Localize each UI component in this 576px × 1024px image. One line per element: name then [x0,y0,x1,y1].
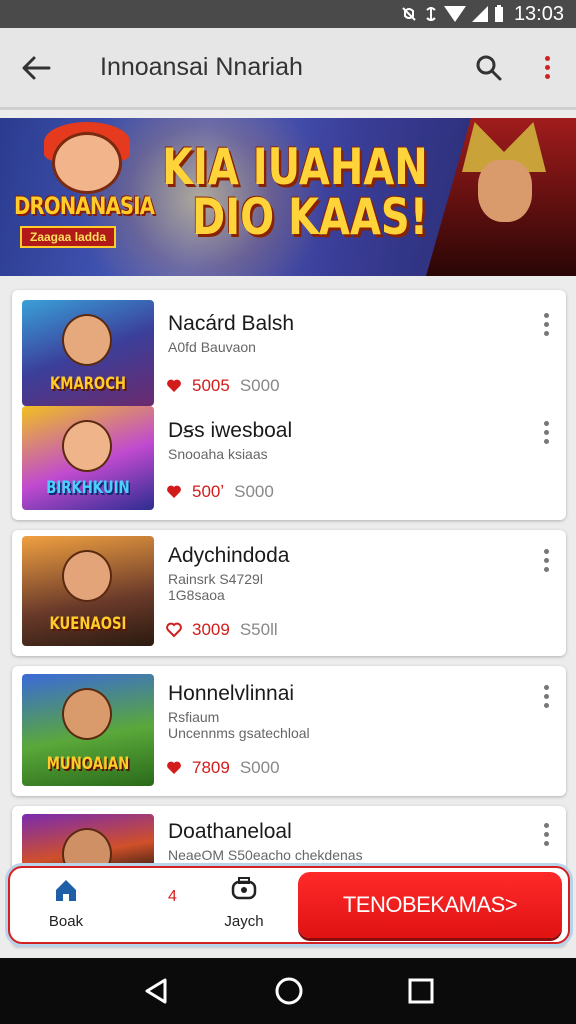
game-card: KMAROCH Nacárd Balsh A0fd Bauvaon 5005 S… [12,290,566,520]
game-thumbnail[interactable]: BIRKHKUIN [22,406,154,510]
warrior-face-art [478,160,532,222]
like-count: 7809 [192,758,230,777]
view-count: S000 [239,376,280,395]
more-vert-icon [544,56,550,79]
heart-icon[interactable] [166,484,182,500]
game-thumbnail[interactable] [22,814,154,874]
item-stats: 500ʼ S000 [166,482,274,502]
game-card: KUENAOSI Adychindoda Rainsrk S4729l 1G8s… [12,530,566,656]
item-subtitle: Snooaha ksiaas [168,446,268,462]
item-more-button[interactable] [534,544,558,576]
arrow-back-icon [22,56,51,79]
heart-icon[interactable] [166,378,182,394]
status-time: 13:03 [513,2,564,25]
item-stats: 7809 S000 [166,758,280,778]
nav-home-circle-icon[interactable] [273,975,305,1007]
back-button[interactable] [0,27,72,109]
more-vert-icon [543,548,549,572]
banner-headline-line2: DIO KAAS! [192,188,428,246]
hero-face-art [52,132,122,194]
silent-icon [402,7,416,21]
battery-icon [494,5,503,22]
item-title[interactable]: Honnelvlinnai [168,682,294,706]
item-subtitle-2: Uncennms gsatechloal [168,725,310,741]
item-stats: 5005 S000 [166,376,280,396]
nav-home-button[interactable]: Boak [36,876,96,930]
like-count: 3009 [192,620,230,639]
more-vert-icon [543,822,549,846]
view-count: S50ll [239,620,278,639]
heart-icon[interactable] [166,760,182,776]
like-count: 5005 [192,376,230,395]
signal-icon [471,6,488,22]
cta-button[interactable]: TENOBEKAMAS> [298,872,562,938]
no-data-icon [426,7,436,21]
item-more-button[interactable] [534,818,558,850]
gamepad-icon [231,877,257,900]
banner-logo-sub: Zaagaa ladda [20,226,117,248]
status-bar: 13:03 [0,0,576,28]
app-bar: Innoansai Nnariah [0,28,576,110]
nav-recents-icon[interactable] [407,977,435,1005]
page-title: Innoansai Nnariah [100,53,303,81]
game-card: MUNOAIAN Honnelvlinnai Rsfiaum Uncennms … [12,666,566,796]
bottom-action-bar: Boak 4 Jaych TENOBEKAMAS> [8,866,570,944]
view-count: S000 [234,482,274,501]
game-thumbnail[interactable]: KMAROCH [22,300,154,406]
home-icon [56,880,76,901]
nav-badge: 4 [168,888,177,905]
banner-logo: DRONANASIA [14,192,155,220]
item-title[interactable]: Doathaneloal [168,820,292,844]
nav-back-icon[interactable] [141,976,171,1006]
banner-headline-line1: KIA IUAHAN [162,138,428,196]
thumbnail-label: KMAROCH [49,374,127,394]
item-title[interactable]: Dꞩs iwesboal [168,418,292,443]
overflow-menu-button[interactable] [518,27,576,109]
item-title[interactable]: Adychindoda [168,544,289,568]
item-subtitle: NeaeOM S50eacho chekdenas [168,847,363,863]
view-count: S000 [239,758,280,777]
item-more-button[interactable] [534,680,558,712]
game-thumbnail[interactable]: MUNOAIAN [22,674,154,786]
like-count: 500ʼ [192,482,225,501]
thumbnail-label: KUENAOSI [49,614,127,634]
item-subtitle: A0fd Bauvaon [168,339,256,355]
thumbnail-label: BIRKHKUIN [46,478,130,498]
nav-search-label: Jaych [224,913,264,930]
thumbnail-label: MUNOAIAN [46,754,130,774]
more-vert-icon [543,312,549,336]
more-vert-icon [543,420,549,444]
item-more-button[interactable] [534,416,558,448]
item-title[interactable]: Nacárd Balsh [168,312,294,336]
item-more-button[interactable] [534,308,558,340]
search-button[interactable] [460,27,518,109]
system-nav-bar [0,958,576,1024]
wifi-icon [443,6,466,22]
heart-icon[interactable] [166,622,182,638]
promo-banner[interactable]: DRONANASIA Zaagaa ladda KIA IUAHAN DIO K… [0,118,576,276]
nav-home-label: Boak [48,913,84,930]
nav-search-button[interactable]: Jaych [214,876,274,930]
search-icon [476,55,502,80]
more-vert-icon [543,684,549,708]
item-stats: 3009 S50ll [166,620,278,640]
game-thumbnail[interactable]: KUENAOSI [22,536,154,646]
item-subtitle-2: 1G8saoa [168,587,225,603]
